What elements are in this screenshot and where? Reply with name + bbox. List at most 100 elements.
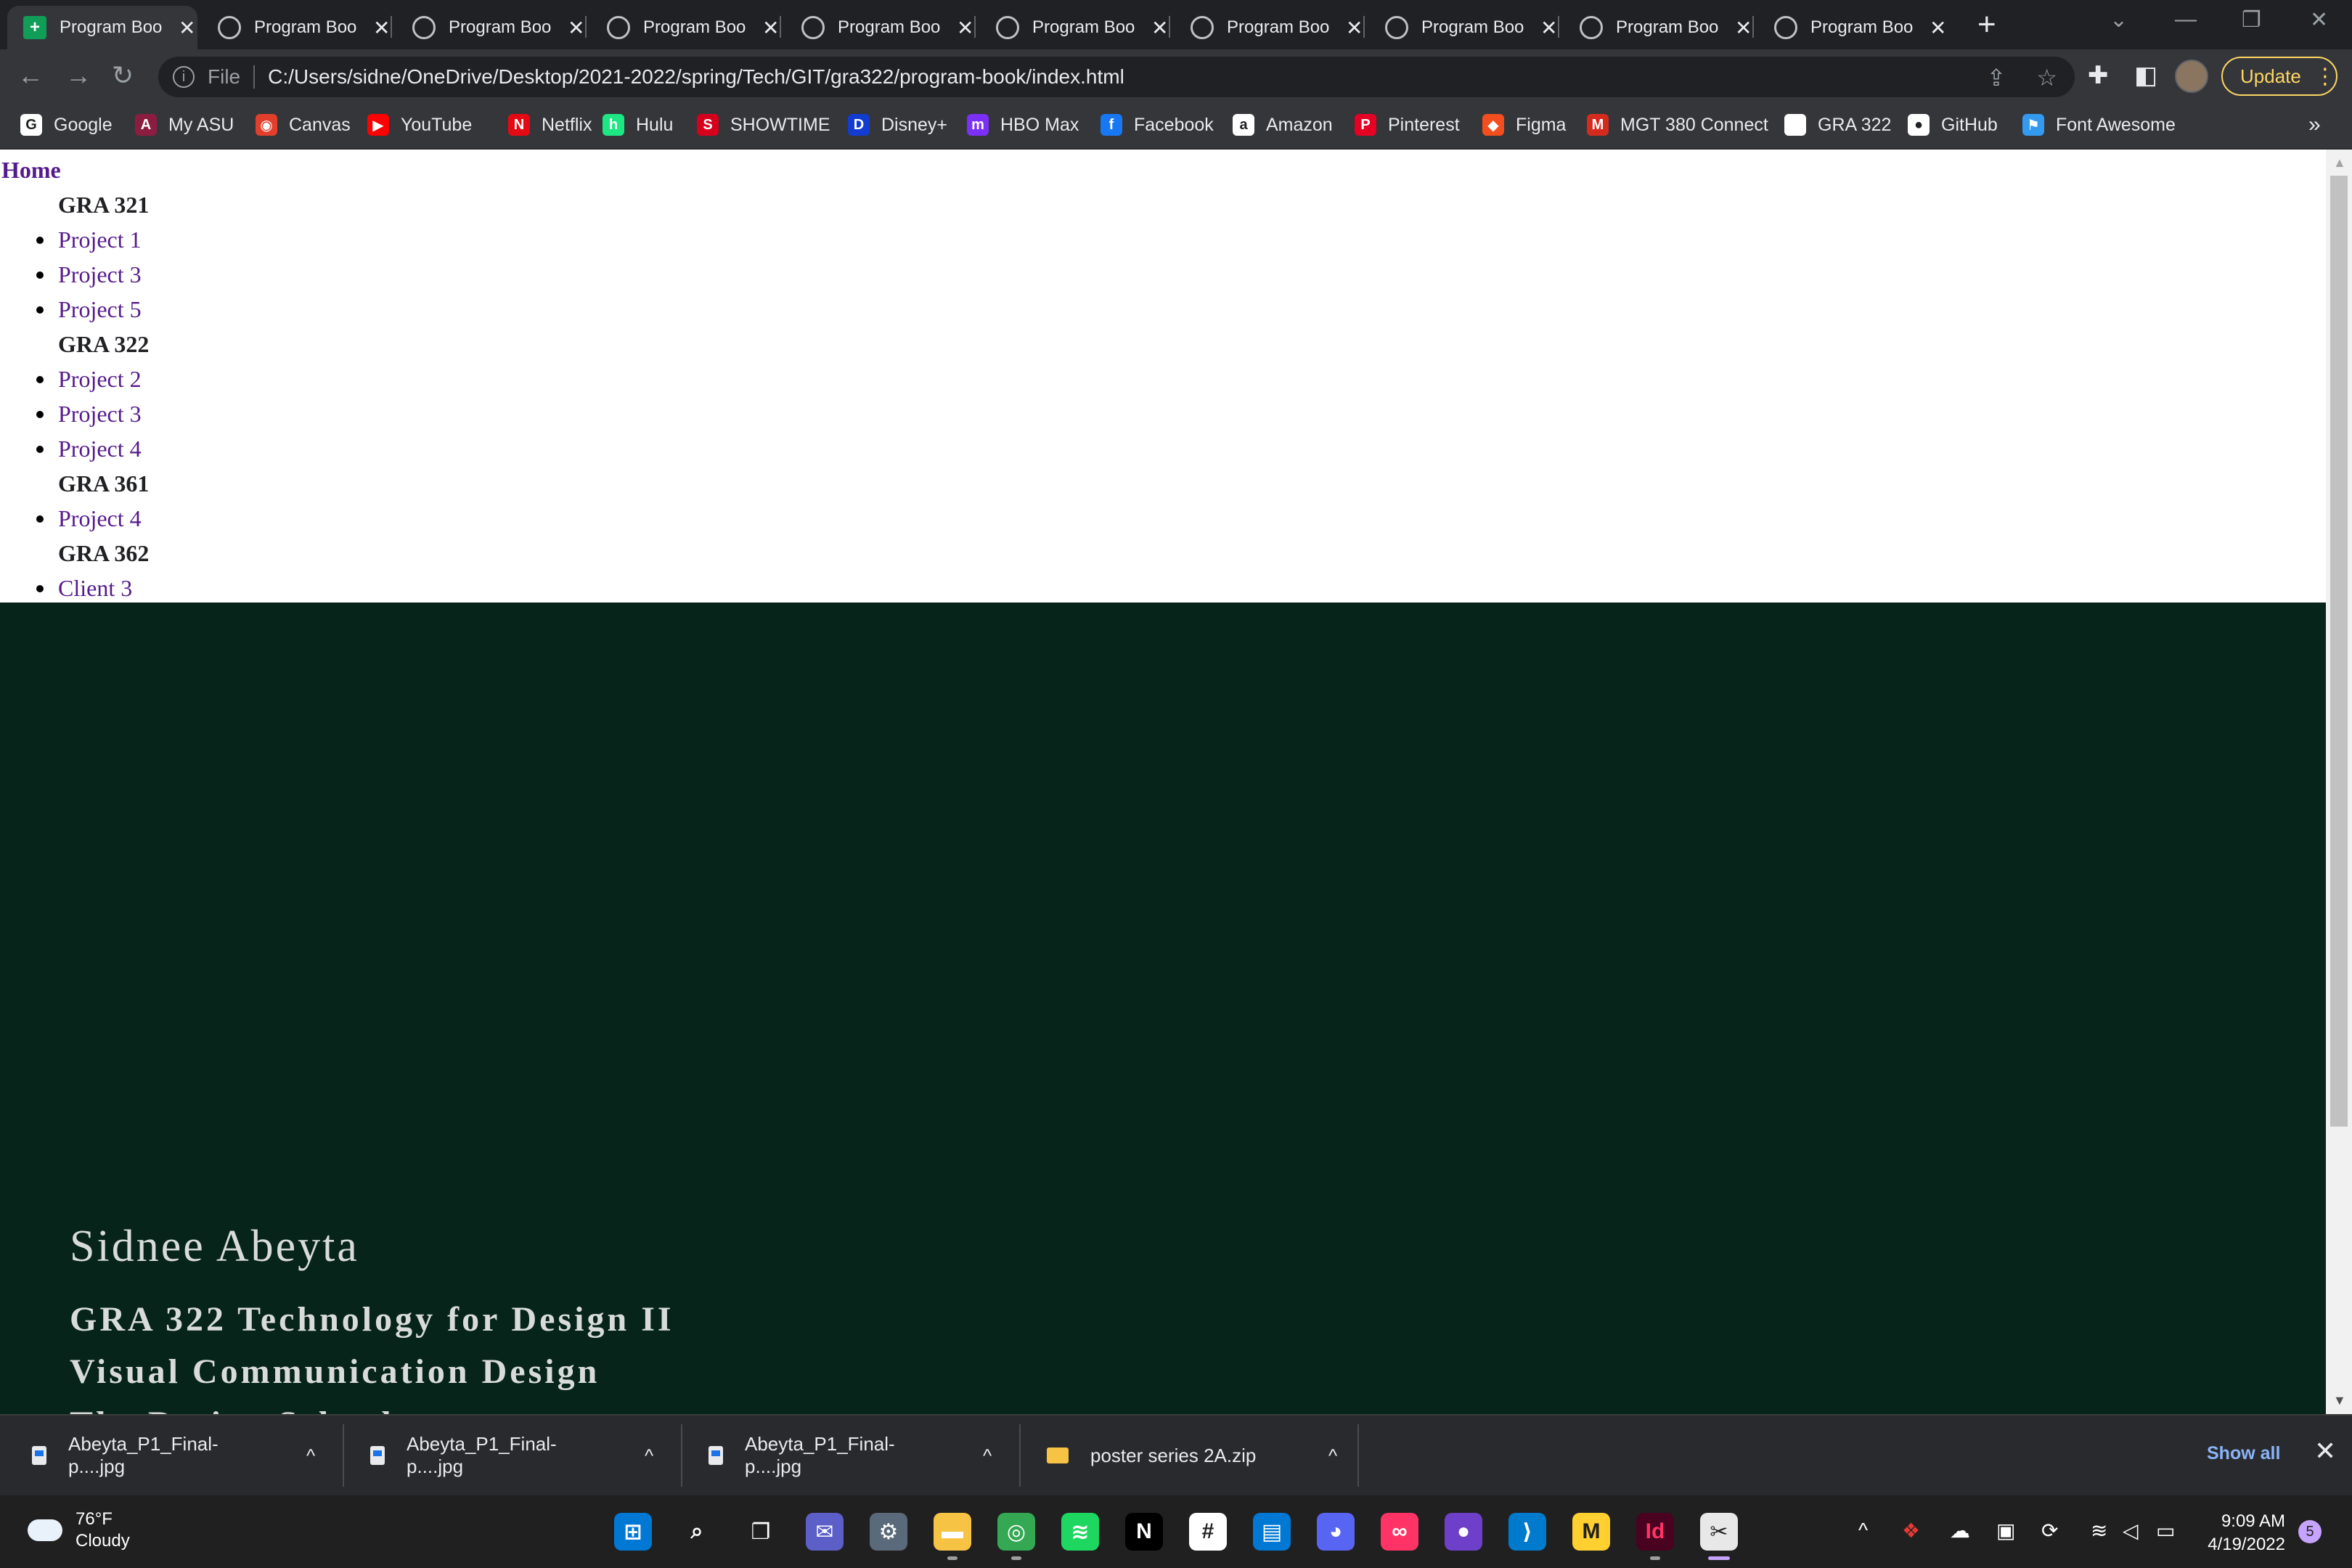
miro-icon[interactable]: M (1572, 1513, 1610, 1551)
creative-cloud-icon[interactable]: ∞ (1381, 1513, 1418, 1551)
weather-widget[interactable]: 76°F Cloudy (28, 1508, 130, 1552)
home-link[interactable]: Home (1, 152, 61, 187)
bookmark-hbo-max[interactable]: m HBO Max (967, 110, 1079, 139)
bookmark-google[interactable]: G Google (20, 110, 113, 139)
restore-button[interactable]: ❐ (2242, 7, 2261, 33)
bookmark-facebook[interactable]: f Facebook (1101, 110, 1214, 139)
chevron-up-icon[interactable]: ^ (983, 1445, 992, 1467)
close-tab-icon[interactable]: ✕ (1540, 16, 1557, 40)
share-icon[interactable]: ⇪ (1987, 64, 2006, 91)
bookmark-pinterest[interactable]: P Pinterest (1355, 110, 1460, 139)
bookmark-font-awesome[interactable]: ⚑ Font Awesome (2022, 110, 2176, 139)
browser-tab[interactable]: Program Boo ✕ (980, 6, 1170, 49)
reload-button[interactable]: ↻ (112, 61, 134, 90)
minimize-button[interactable]: — (2175, 7, 2197, 32)
bookmark-star-icon[interactable]: ☆ (2036, 64, 2057, 91)
bookmark-mgt-380-connect[interactable]: M MGT 380 Connect (1587, 110, 1768, 139)
discord-icon[interactable]: ◕ (1317, 1513, 1355, 1551)
close-tab-icon[interactable]: ✕ (762, 16, 779, 40)
wifi-icon[interactable]: ≋ (2091, 1519, 2107, 1543)
project-link[interactable]: Project 2 (0, 362, 436, 396)
chrome-icon[interactable]: ◎ (997, 1513, 1035, 1551)
display-tray-icon[interactable]: ▣ (1996, 1519, 2015, 1543)
forward-button[interactable]: → (65, 61, 91, 90)
notification-badge[interactable]: 5 (2298, 1520, 2322, 1543)
onedrive-tray-icon[interactable]: ☁ (1950, 1519, 1970, 1543)
page-scrollbar[interactable]: ▲ ▼ (2326, 150, 2352, 1414)
close-tab-icon[interactable]: ✕ (179, 16, 195, 40)
volume-icon[interactable]: ◁ (2123, 1519, 2139, 1543)
windows-start-icon[interactable]: ⊞ (614, 1513, 652, 1551)
bookmark-github[interactable]: ● GitHub (1908, 110, 1998, 139)
back-button[interactable]: ← (17, 61, 44, 90)
close-window-button[interactable]: ✕ (2310, 7, 2328, 33)
netflix-app-icon[interactable]: N (1125, 1513, 1163, 1551)
show-all-downloads-button[interactable]: Show all (2207, 1443, 2280, 1464)
slack-icon[interactable]: # (1189, 1513, 1227, 1551)
teams-chat-icon[interactable]: ✉ (806, 1513, 844, 1551)
close-tab-icon[interactable]: ✕ (1346, 16, 1363, 40)
browser-tab[interactable]: Program Boo ✕ (1564, 6, 1754, 49)
chevron-up-icon[interactable]: ^ (645, 1445, 653, 1467)
browser-tab[interactable]: Program Boo ✕ (202, 6, 392, 49)
profile-avatar[interactable] (2175, 60, 2208, 93)
browser-tab[interactable]: + Program Boo ✕ (7, 6, 197, 49)
browser-tab[interactable]: Program Boo ✕ (1369, 6, 1559, 49)
project-link[interactable]: Project 3 (0, 396, 436, 431)
more-menu-icon[interactable]: ⋮ (2314, 64, 2336, 89)
project-link[interactable]: Client 3 (0, 571, 436, 605)
file-explorer-icon[interactable]: ▬ (934, 1513, 971, 1551)
site-info-icon[interactable]: i (173, 66, 195, 88)
browser-tab[interactable]: Program Boo ✕ (1758, 6, 1948, 49)
bookmark-disney-[interactable]: D Disney+ (848, 110, 947, 139)
download-item[interactable]: Abeyta_P1_Final-p....jpg ^ (370, 1416, 653, 1495)
show-hidden-icons-chevron-icon[interactable]: ^ (1858, 1519, 1868, 1542)
close-tab-icon[interactable]: ✕ (1151, 16, 1168, 40)
bookmark-hulu[interactable]: h Hulu (603, 110, 673, 139)
close-tab-icon[interactable]: ✕ (1735, 16, 1752, 40)
battery-icon[interactable]: ▭ (2156, 1519, 2175, 1543)
bookmark-showtime[interactable]: S SHOWTIME (697, 110, 830, 139)
system-clock[interactable]: 9:09 AM 4/19/2022 (2204, 1510, 2285, 1556)
chevron-up-icon[interactable]: ^ (306, 1445, 315, 1467)
download-item[interactable]: poster series 2A.zip ^ (1047, 1416, 1337, 1495)
browser-tab[interactable]: Program Boo ✕ (1175, 6, 1365, 49)
close-downloads-icon[interactable]: ✕ (2314, 1436, 2336, 1466)
bookmark-youtube[interactable]: ▶ YouTube (367, 110, 472, 139)
scroll-up-icon[interactable]: ▲ (2333, 155, 2346, 171)
download-item[interactable]: Abeyta_P1_Final-p....jpg ^ (32, 1416, 315, 1495)
task-view-icon[interactable]: ❐ (742, 1513, 780, 1551)
download-item[interactable]: Abeyta_P1_Final-p....jpg ^ (709, 1416, 992, 1495)
extensions-puzzle-icon[interactable]: ✚ (2088, 61, 2109, 90)
indesign-icon[interactable]: Id (1636, 1513, 1674, 1551)
new-tab-button[interactable]: + (1977, 9, 1996, 41)
spotify-icon[interactable]: ≋ (1061, 1513, 1099, 1551)
browser-tab[interactable]: Program Boo ✕ (785, 6, 976, 49)
sync-tray-icon[interactable]: ⟳ (2041, 1519, 2058, 1543)
settings-icon[interactable]: ⚙ (870, 1513, 907, 1551)
bookmarks-overflow-button[interactable]: » (2308, 110, 2321, 139)
close-tab-icon[interactable]: ✕ (957, 16, 973, 40)
bookmark-figma[interactable]: ◆ Figma (1482, 110, 1566, 139)
github-desktop-icon[interactable]: ● (1445, 1513, 1482, 1551)
project-link[interactable]: Project 3 (0, 257, 436, 292)
ms-store-icon[interactable]: ▤ (1253, 1513, 1291, 1551)
chevron-up-icon[interactable]: ^ (1328, 1445, 1337, 1467)
bookmark-gra-322[interactable]: GRA 322 (1784, 110, 1891, 139)
update-button[interactable]: Update ⋮ (2221, 57, 2337, 96)
dropbox-tray-icon[interactable]: ❖ (1902, 1519, 1920, 1543)
browser-tab[interactable]: Program Boo ✕ (591, 6, 781, 49)
address-bar[interactable]: i File C:/Users/sidne/OneDrive/Desktop/2… (158, 57, 2075, 97)
browser-tab[interactable]: Program Boo ✕ (396, 6, 587, 49)
close-tab-icon[interactable]: ✕ (373, 16, 390, 40)
project-link[interactable]: Project 1 (0, 222, 436, 257)
project-link[interactable]: Project 4 (0, 501, 436, 536)
search-icon[interactable]: ⌕ (678, 1513, 716, 1551)
close-tab-icon[interactable]: ✕ (568, 16, 584, 40)
url-text[interactable]: C:/Users/sidne/OneDrive/Desktop/2021-202… (268, 65, 1124, 89)
bookmark-amazon[interactable]: a Amazon (1233, 110, 1333, 139)
scrollbar-thumb[interactable] (2330, 176, 2348, 1127)
scroll-down-icon[interactable]: ▼ (2333, 1393, 2346, 1408)
bookmark-canvas[interactable]: ◉ Canvas (256, 110, 351, 139)
vscode-icon[interactable]: ⟩ (1508, 1513, 1546, 1551)
